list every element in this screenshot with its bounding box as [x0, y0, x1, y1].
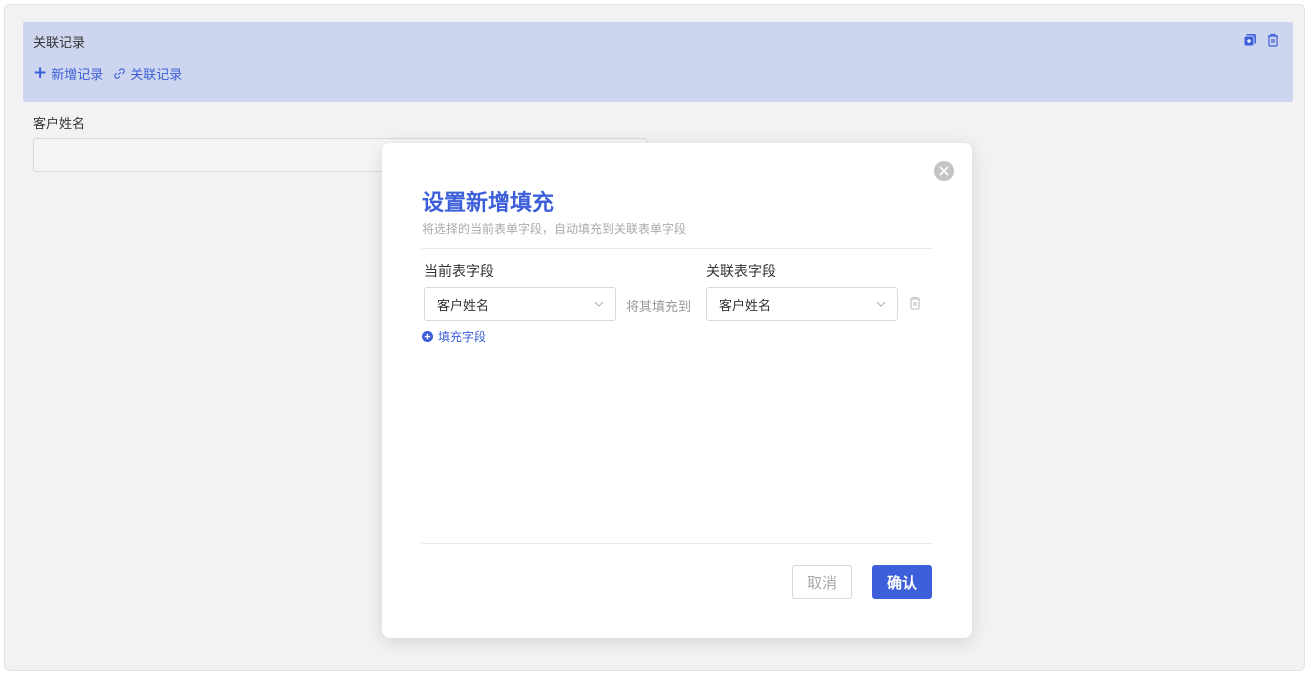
add-fill-field-button[interactable]: 填充字段: [422, 328, 486, 345]
fill-connector-text: 将其填充到: [626, 300, 692, 315]
link-icon: [113, 67, 126, 80]
divider: [422, 248, 932, 249]
related-actions: + 新增记录 关联记录: [33, 63, 182, 84]
link-record-label: 关联记录: [130, 68, 183, 83]
divider: [422, 543, 932, 544]
cancel-button[interactable]: 取消: [792, 565, 852, 599]
link-record-button[interactable]: 关联记录: [113, 64, 182, 83]
current-field-header: 当前表字段: [424, 264, 494, 280]
add-record-label: 新增记录: [51, 68, 104, 83]
related-field-value: 客户姓名: [719, 298, 772, 314]
copy-icon[interactable]: [1243, 33, 1257, 47]
fill-settings-modal: 设置新增填充 将选择的当前表单字段，自动填充到关联表单字段 当前表字段 关联表字…: [382, 143, 972, 638]
modal-title: 设置新增填充: [422, 191, 555, 216]
trash-icon[interactable]: [909, 296, 921, 310]
confirm-button[interactable]: 确认: [872, 565, 932, 599]
close-icon[interactable]: [934, 161, 954, 181]
chevron-down-icon: [593, 298, 605, 314]
block-tools: [1243, 33, 1279, 47]
add-fill-field-label: 填充字段: [438, 330, 487, 344]
trash-icon[interactable]: [1267, 33, 1279, 47]
related-field-header: 关联表字段: [706, 264, 776, 280]
plus-circle-icon: [422, 331, 433, 342]
current-field-value: 客户姓名: [437, 298, 490, 314]
related-records-block: 关联记录 + 新增记录 关联记录: [23, 22, 1293, 102]
add-record-button[interactable]: + 新增记录: [33, 63, 104, 84]
modal-subtitle: 将选择的当前表单字段，自动填充到关联表单字段: [422, 222, 687, 236]
current-field-select[interactable]: 客户姓名: [424, 287, 616, 321]
customer-name-label: 客户姓名: [33, 117, 86, 132]
plus-icon: +: [33, 63, 48, 83]
chevron-down-icon: [875, 298, 887, 314]
related-records-title: 关联记录: [33, 36, 86, 51]
related-field-select[interactable]: 客户姓名: [706, 287, 898, 321]
